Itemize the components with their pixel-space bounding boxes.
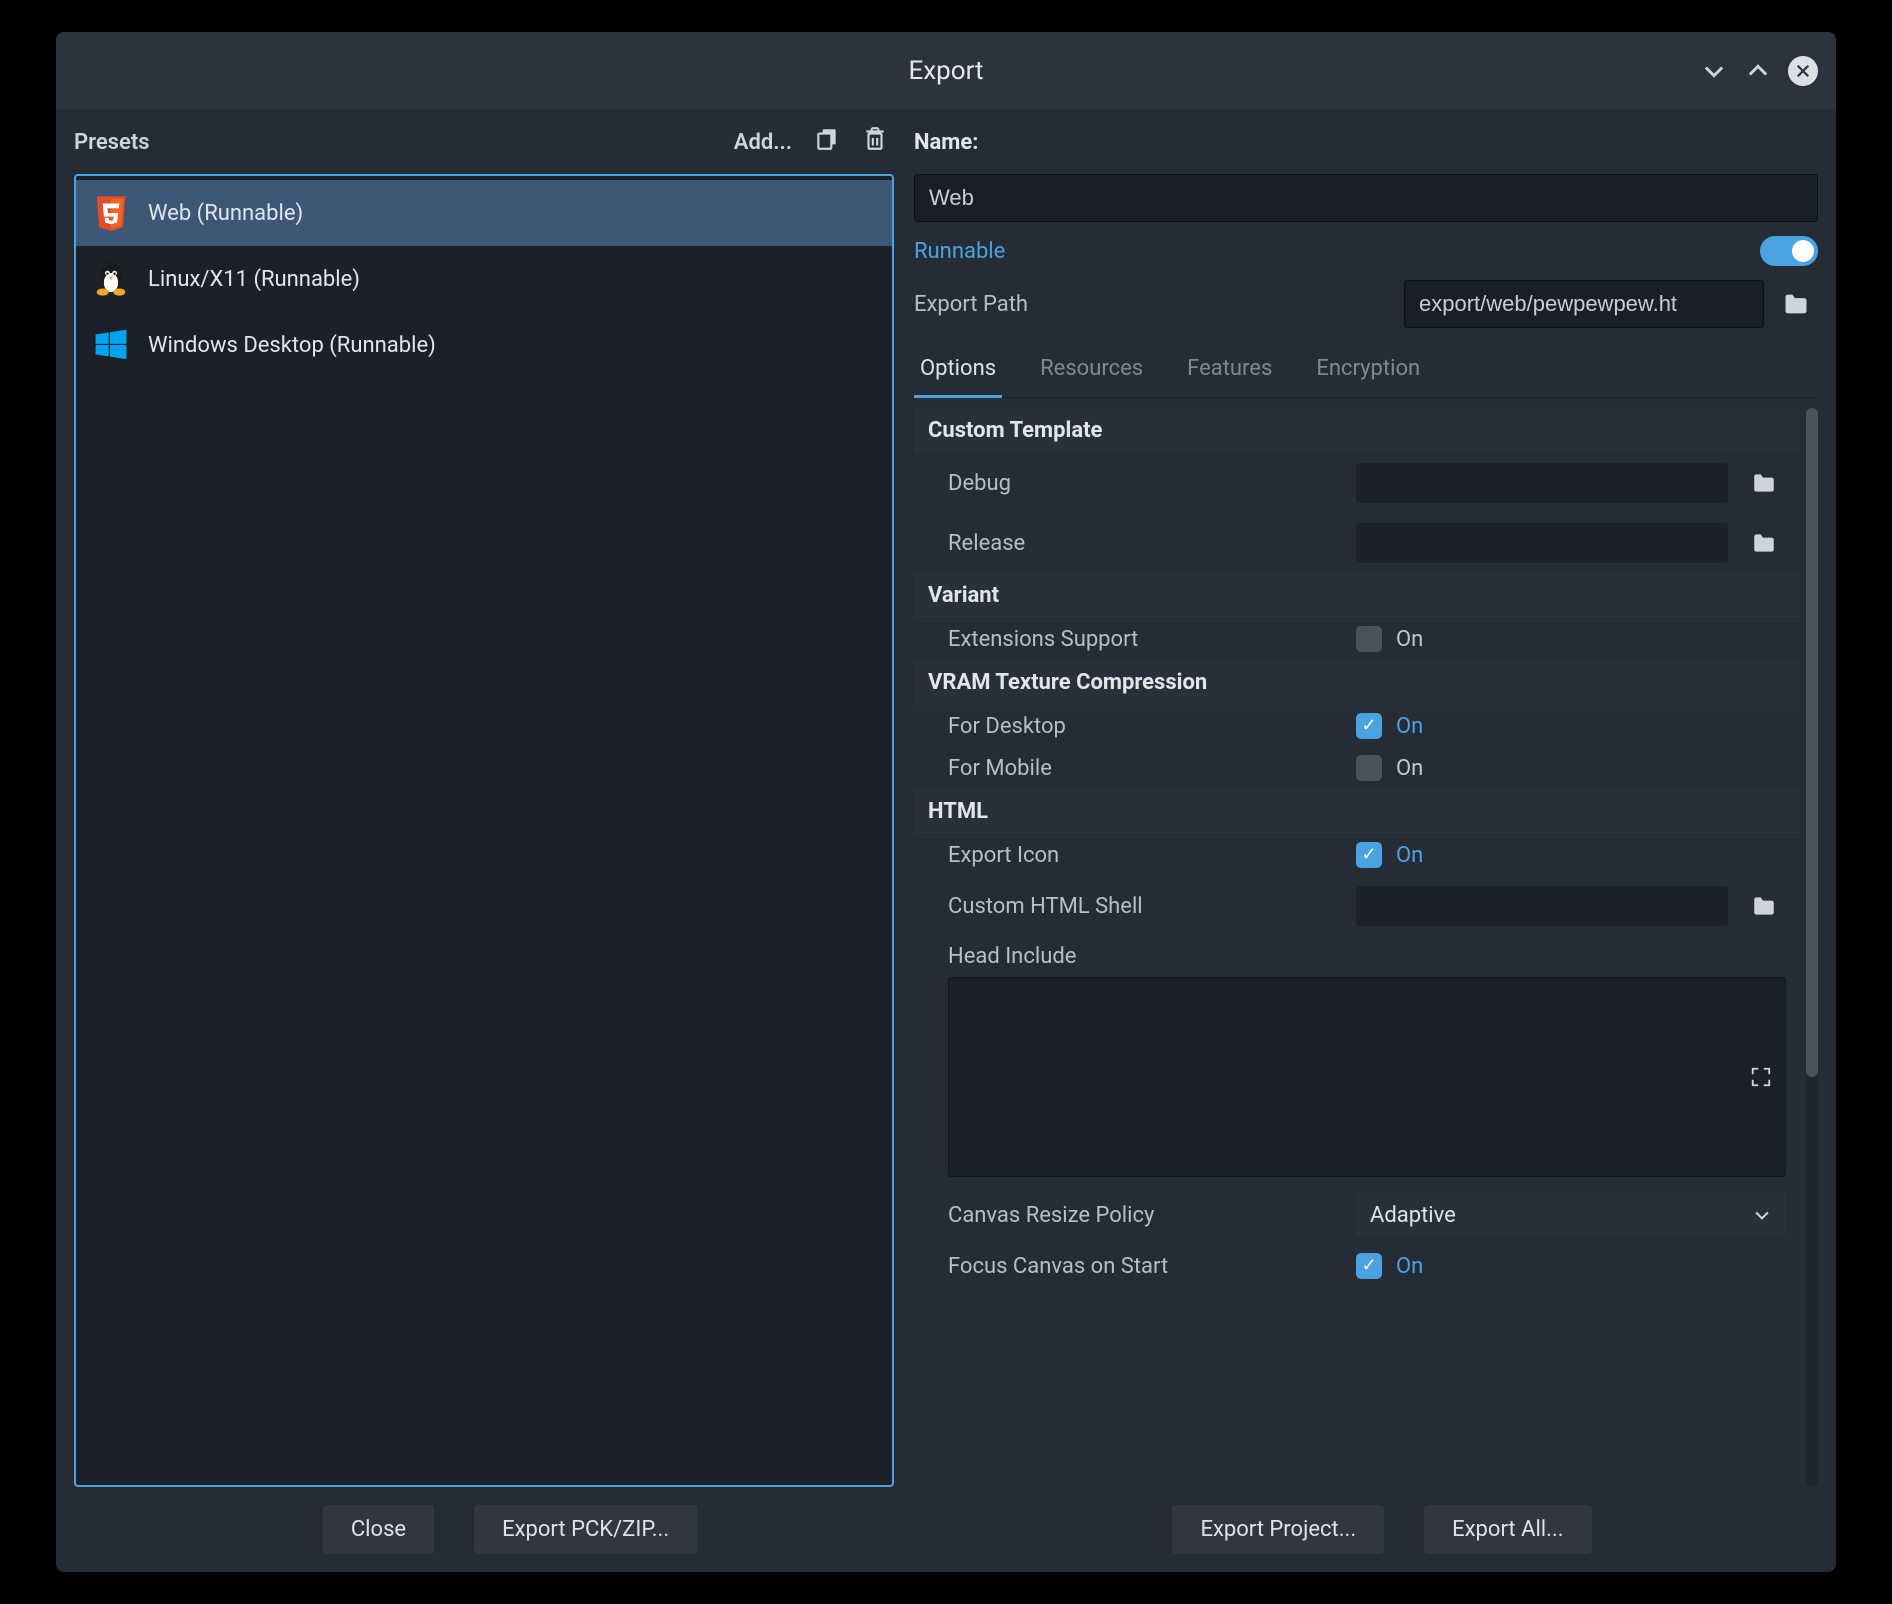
folder-icon[interactable] — [1742, 461, 1786, 505]
titlebar: Export — [56, 32, 1836, 110]
tab-options[interactable]: Options — [914, 346, 1002, 398]
windows-icon — [92, 326, 130, 364]
group-variant: Variant — [914, 573, 1800, 618]
extensions-support-checkbox[interactable] — [1356, 626, 1382, 652]
preset-item-windows[interactable]: Windows Desktop (Runnable) — [76, 312, 892, 378]
group-html: HTML — [914, 789, 1800, 834]
preset-label: Linux/X11 (Runnable) — [148, 267, 360, 292]
head-include-label: Head Include — [948, 944, 1786, 969]
tab-features[interactable]: Features — [1181, 346, 1278, 397]
folder-icon[interactable] — [1742, 884, 1786, 928]
preset-item-linux[interactable]: Linux/X11 (Runnable) — [76, 246, 892, 312]
runnable-toggle[interactable] — [1760, 236, 1818, 266]
canvas-resize-label: Canvas Resize Policy — [948, 1203, 1342, 1228]
add-preset-button[interactable]: Add... — [734, 130, 792, 155]
expand-icon[interactable] — [1746, 1062, 1776, 1092]
for-desktop-label: For Desktop — [948, 714, 1342, 739]
presets-label: Presets — [74, 130, 150, 155]
custom-html-shell-label: Custom HTML Shell — [948, 894, 1342, 919]
chevron-down-icon[interactable] — [1700, 57, 1728, 85]
presets-header: Presets Add... — [74, 110, 894, 174]
for-mobile-label: For Mobile — [948, 756, 1342, 781]
canvas-resize-dropdown[interactable]: Adaptive — [1356, 1193, 1786, 1237]
tabs: Options Resources Features Encryption — [914, 346, 1818, 398]
preset-item-web[interactable]: Web (Runnable) — [76, 180, 892, 246]
release-label: Release — [948, 531, 1342, 556]
focus-canvas-label: Focus Canvas on Start — [948, 1254, 1342, 1279]
for-desktop-checkbox[interactable]: ✓ — [1356, 713, 1382, 739]
chevron-up-icon[interactable] — [1744, 57, 1772, 85]
close-icon[interactable] — [1788, 56, 1818, 86]
export-path-input[interactable] — [1404, 280, 1764, 328]
debug-label: Debug — [948, 471, 1342, 496]
for-mobile-checkbox[interactable] — [1356, 755, 1382, 781]
on-label: On — [1396, 843, 1423, 868]
folder-icon[interactable] — [1742, 521, 1786, 565]
export-all-button[interactable]: Export All... — [1424, 1505, 1591, 1554]
close-button[interactable]: Close — [323, 1505, 434, 1554]
on-label: On — [1396, 756, 1423, 781]
export-icon-checkbox[interactable]: ✓ — [1356, 842, 1382, 868]
export-path-label: Export Path — [914, 292, 1392, 317]
on-label: On — [1396, 714, 1423, 739]
export-project-button[interactable]: Export Project... — [1172, 1505, 1384, 1554]
scrollbar[interactable] — [1806, 408, 1818, 1487]
custom-html-shell-field[interactable] — [1356, 886, 1728, 926]
preset-list[interactable]: Web (Runnable) Linux/X11 (Runnable) Wind… — [74, 174, 894, 1487]
linux-icon — [92, 260, 130, 298]
footer: Close Export PCK/ZIP... Export Project..… — [74, 1487, 1818, 1554]
html5-icon — [92, 194, 130, 232]
name-input[interactable] — [914, 174, 1818, 222]
on-label: On — [1396, 1254, 1423, 1279]
copy-preset-icon[interactable] — [814, 126, 840, 158]
preset-label: Web (Runnable) — [148, 201, 303, 226]
on-label: On — [1396, 627, 1423, 652]
name-header: Name: — [914, 110, 1818, 174]
export-icon-label: Export Icon — [948, 843, 1342, 868]
export-pck-button[interactable]: Export PCK/ZIP... — [474, 1505, 697, 1554]
debug-template-field[interactable] — [1356, 463, 1728, 503]
runnable-label: Runnable — [914, 239, 1005, 264]
release-template-field[interactable] — [1356, 523, 1728, 563]
folder-icon[interactable] — [1774, 282, 1818, 326]
head-include-textarea[interactable] — [948, 977, 1786, 1177]
titlebar-controls — [1700, 56, 1818, 86]
dropdown-value: Adaptive — [1370, 1203, 1456, 1228]
name-label: Name: — [914, 130, 978, 155]
dialog-title: Export — [908, 56, 983, 86]
delete-preset-icon[interactable] — [862, 126, 888, 158]
extensions-support-label: Extensions Support — [948, 627, 1342, 652]
chevron-down-icon — [1752, 1205, 1772, 1225]
group-custom-template: Custom Template — [914, 408, 1800, 453]
options-panel: Custom Template Debug Release — [914, 408, 1800, 1487]
preset-label: Windows Desktop (Runnable) — [148, 333, 436, 358]
focus-canvas-checkbox[interactable]: ✓ — [1356, 1253, 1382, 1279]
tab-resources[interactable]: Resources — [1034, 346, 1149, 397]
scrollbar-thumb[interactable] — [1806, 408, 1818, 1077]
group-vram: VRAM Texture Compression — [914, 660, 1800, 705]
tab-encryption[interactable]: Encryption — [1310, 346, 1426, 397]
export-dialog: Export Presets Add... — [56, 32, 1836, 1572]
